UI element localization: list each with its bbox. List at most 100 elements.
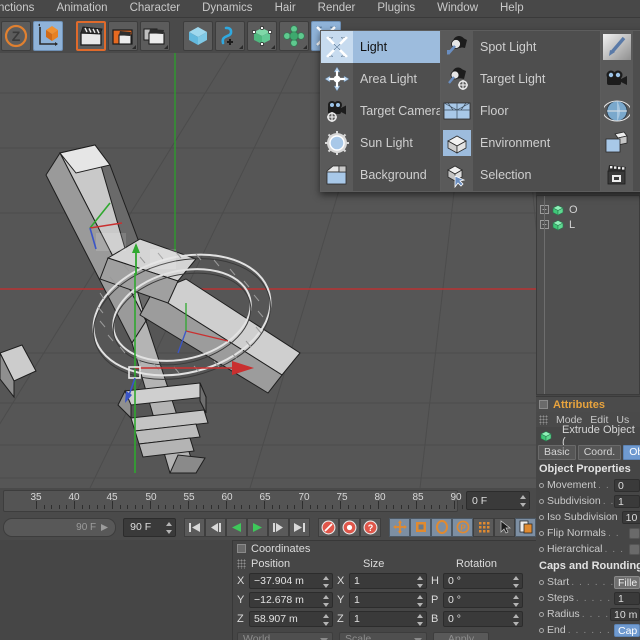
object-row-o[interactable]: + O <box>537 202 639 217</box>
end-frame-field[interactable]: 90 F <box>123 517 176 537</box>
rotation-b-spinner[interactable] <box>513 613 519 626</box>
prop-value[interactable]: Fille <box>614 575 640 589</box>
anim-track-dot-icon[interactable] <box>539 514 544 520</box>
prop-row-iso-subdivision[interactable]: Iso Subdivision 10 <box>536 509 640 525</box>
record-button[interactable] <box>318 517 339 537</box>
anim-track-dot-icon[interactable] <box>539 530 544 536</box>
render-settings-icon[interactable] <box>140 20 170 51</box>
undo-redo-z-icon[interactable]: Z <box>1 20 31 51</box>
prop-row-flip-normals[interactable]: Flip Normals . . <box>536 525 640 541</box>
menu-item-sky[interactable]: Sky <box>601 95 640 127</box>
nurbs-cube-icon[interactable] <box>247 20 277 51</box>
menu-item-area-light[interactable]: Area Light <box>321 63 440 95</box>
position-y-input[interactable]: −12.678 m <box>249 591 333 608</box>
panel-menu-icon[interactable] <box>539 400 548 409</box>
anim-track-dot-icon[interactable] <box>539 627 544 633</box>
render-region-icon[interactable] <box>108 20 138 51</box>
prop-row-start[interactable]: Start . . . . . . . Fille <box>536 574 640 590</box>
anim-track-dot-icon[interactable] <box>539 595 544 601</box>
anim-track-dot-icon[interactable] <box>539 546 544 552</box>
prop-value[interactable]: 1 <box>614 494 640 508</box>
menu-item-infinite-light[interactable]: Infinite L <box>601 31 640 63</box>
autokey-button[interactable] <box>339 517 360 537</box>
prop-value[interactable]: 0 <box>614 478 640 492</box>
menu-item-animation[interactable]: Animation <box>45 0 118 17</box>
position-key-button[interactable] <box>389 517 410 537</box>
position-x-input[interactable]: −37.904 m <box>249 572 333 589</box>
prop-row-start-radius[interactable]: Radius . . . . . . 10 m <box>536 606 640 622</box>
menu-item-floor[interactable]: Floor <box>441 95 600 127</box>
menu-item-environment[interactable]: Environment <box>441 127 600 159</box>
spline-pen-icon[interactable] <box>215 20 245 51</box>
apply-button[interactable]: Apply <box>433 631 489 640</box>
scale-key-button[interactable] <box>410 517 431 537</box>
menu-item-sun-light[interactable]: Sun Light <box>321 127 440 159</box>
prop-value[interactable]: 10 <box>621 510 640 524</box>
play-forward-button[interactable] <box>247 517 268 537</box>
axis-object-icon[interactable] <box>33 20 63 51</box>
object-row-l[interactable]: + L <box>537 217 639 232</box>
rotation-key-button[interactable] <box>431 517 452 537</box>
anim-track-dot-icon[interactable] <box>539 611 544 617</box>
prop-value[interactable]: 10 m <box>610 607 640 621</box>
param-key-button[interactable]: P <box>452 517 473 537</box>
scene-objects-menu[interactable]: Light Area Light Target Camera Sun Light… <box>320 30 640 192</box>
rotation-p-input[interactable]: 0 ° <box>443 591 523 608</box>
anim-track-dot-icon[interactable] <box>539 482 544 488</box>
tab-coord[interactable]: Coord. <box>577 445 622 460</box>
step-back-button[interactable] <box>205 517 226 537</box>
rotation-p-spinner[interactable] <box>513 594 519 607</box>
auto-keying-button[interactable] <box>515 517 536 537</box>
menu-item-functions[interactable]: nctions <box>0 0 45 17</box>
array-cluster-icon[interactable] <box>279 20 309 51</box>
menu-item-help[interactable]: Help <box>489 0 535 17</box>
anim-track-dot-icon[interactable] <box>539 498 544 504</box>
primitive-cube-icon[interactable] <box>183 20 213 51</box>
prop-row-start-steps[interactable]: Steps . . . . . . . 1 <box>536 590 640 606</box>
rotation-h-input[interactable]: 0 ° <box>443 572 523 589</box>
position-z-input[interactable]: 58.907 m <box>249 610 333 627</box>
size-x-spinner[interactable] <box>417 575 423 588</box>
menu-item-plugins[interactable]: Plugins <box>366 0 426 17</box>
rotation-b-input[interactable]: 0 ° <box>443 610 523 627</box>
menu-item-light[interactable]: Light <box>321 31 440 63</box>
menu-item-target-light[interactable]: Target Light <box>441 63 600 95</box>
menu-item-window[interactable]: Window <box>426 0 489 17</box>
key-mode-button[interactable] <box>494 517 515 537</box>
tab-object[interactable]: Obj <box>623 445 640 460</box>
go-to-end-button[interactable] <box>289 517 310 537</box>
size-y-input[interactable]: 1 <box>349 591 427 608</box>
position-z-spinner[interactable] <box>323 613 329 626</box>
rotation-h-spinner[interactable] <box>513 575 519 588</box>
menu-item-spot-light[interactable]: Spot Light <box>441 31 600 63</box>
prop-row-movement[interactable]: Movement . . . . 0 <box>536 477 640 493</box>
position-x-spinner[interactable] <box>323 575 329 588</box>
transform-mode-select[interactable]: Scale <box>339 631 427 640</box>
timeline-ruler[interactable]: 35 40 45 50 55 60 65 70 75 80 85 90 <box>3 490 493 512</box>
drag-grip-icon[interactable] <box>237 558 246 569</box>
menu-item-hair[interactable]: Hair <box>264 0 307 17</box>
prop-value[interactable]: 1 <box>614 591 640 605</box>
size-z-input[interactable]: 1 <box>349 610 427 627</box>
size-x-input[interactable]: 1 <box>349 572 427 589</box>
end-frame-spinner[interactable] <box>166 521 172 534</box>
drag-grip-icon[interactable] <box>539 414 548 425</box>
size-y-spinner[interactable] <box>417 594 423 607</box>
menu-item-dynamics[interactable]: Dynamics <box>191 0 263 17</box>
timeline-bar[interactable]: 35 40 45 50 55 60 65 70 75 80 85 90 0 F <box>0 488 536 514</box>
menu-item-stage[interactable]: Stage <box>601 159 640 191</box>
menu-item-background[interactable]: Background <box>321 159 440 191</box>
current-frame-field[interactable]: 0 F <box>466 491 530 510</box>
menu-item-selection[interactable]: Selection <box>441 159 600 191</box>
prop-value[interactable]: Cap <box>614 623 640 637</box>
tab-basic[interactable]: Basic <box>538 445 576 460</box>
play-reverse-button[interactable] <box>226 517 247 537</box>
go-to-start-button[interactable] <box>184 517 205 537</box>
menu-item-camera[interactable]: Camera <box>601 63 640 95</box>
prop-checkbox[interactable] <box>629 527 640 539</box>
point-level-anim-button[interactable] <box>473 517 494 537</box>
menu-item-target-camera[interactable]: Target Camera <box>321 95 443 127</box>
frame-spinner[interactable] <box>520 495 526 507</box>
panel-menu-icon[interactable] <box>237 544 246 553</box>
menu-item-character[interactable]: Character <box>119 0 192 17</box>
